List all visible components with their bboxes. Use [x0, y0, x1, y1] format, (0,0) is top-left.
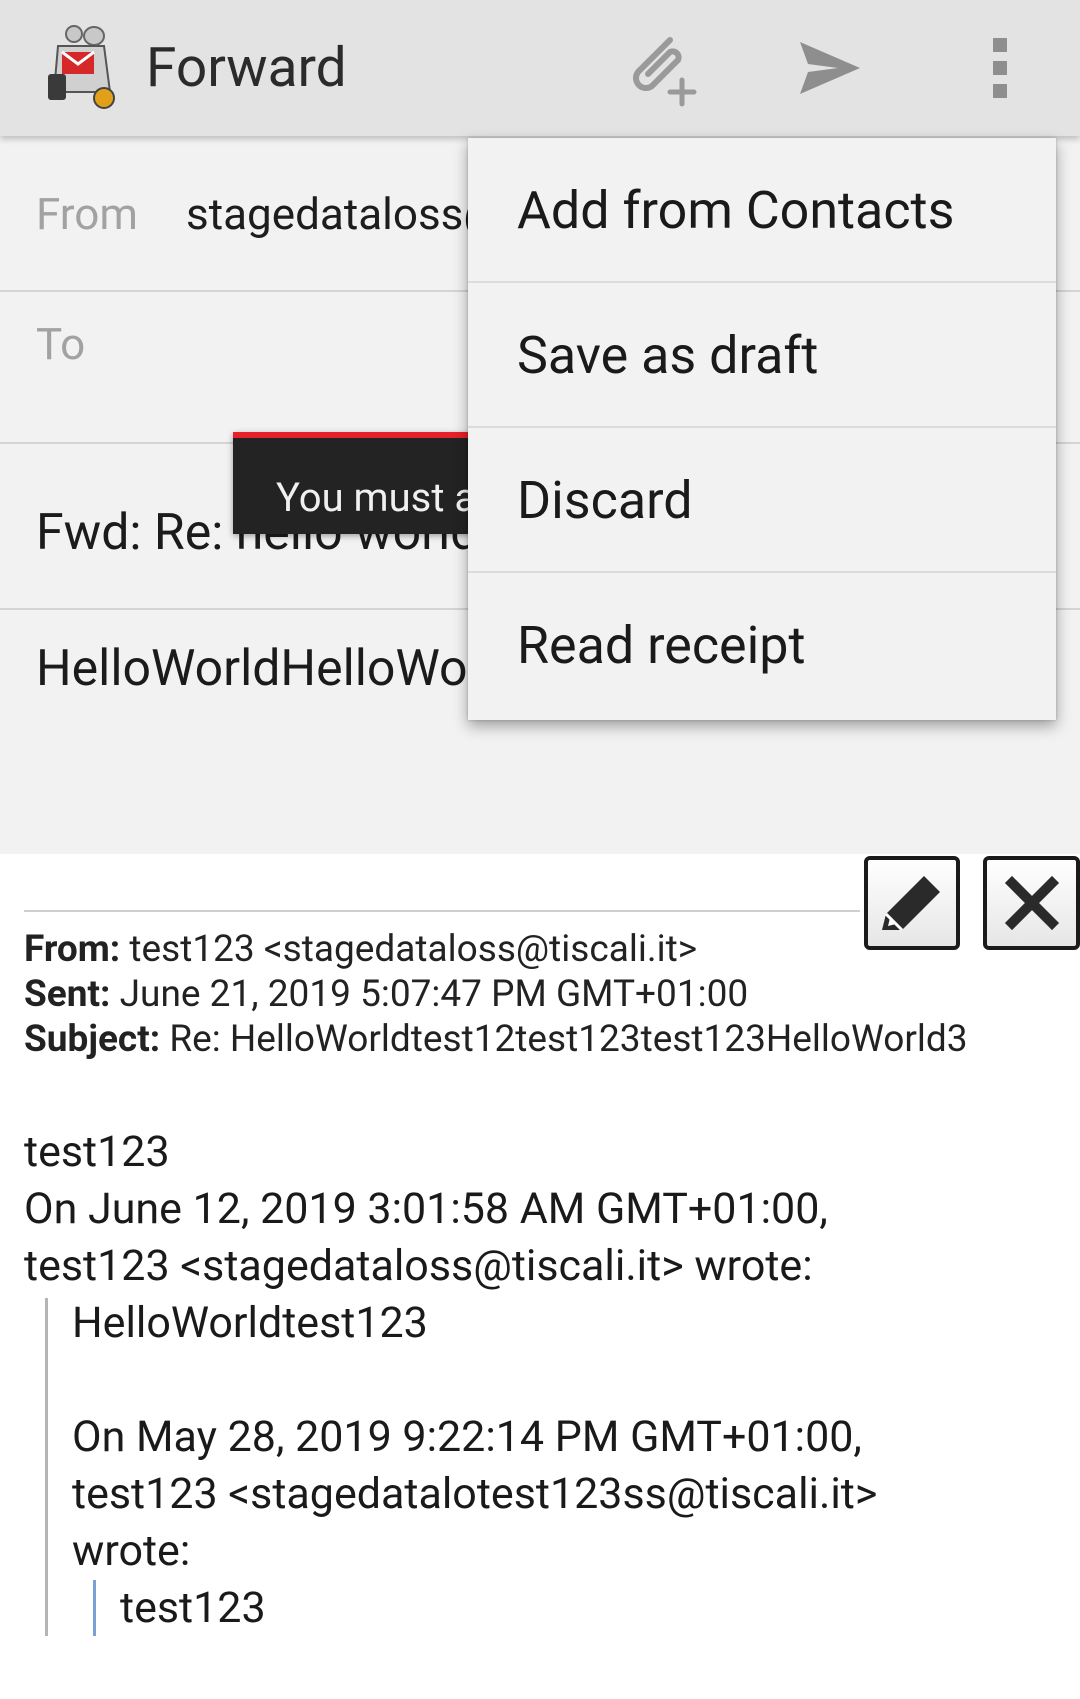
quote-level1-line: test123 <stagedatalotest123ss@tiscali.it… [72, 1469, 878, 1519]
menu-item-add-from-contacts[interactable]: Add from Contacts [468, 138, 1056, 283]
quoted-sent-label: Sent: [24, 973, 111, 1016]
quote-level1-bar [45, 1298, 48, 1636]
attach-button[interactable] [610, 20, 710, 116]
menu-item-label: Read receipt [517, 615, 806, 676]
more-options-button[interactable] [960, 20, 1040, 116]
quoted-body-line: test123 <stagedataloss@tiscali.it> wrote… [24, 1241, 813, 1291]
quoted-body-line: test123 [24, 1127, 170, 1177]
quote-level2-bar [93, 1580, 96, 1636]
quote-level1-line: On May 28, 2019 9:22:14 PM GMT+01:00, [72, 1412, 862, 1462]
menu-item-label: Add from Contacts [517, 180, 955, 241]
message-body-field[interactable]: HelloWorldHelloWorld [36, 640, 525, 698]
quoted-subject-value: Re: HelloWorldtest12test123test123HelloW… [169, 1018, 968, 1061]
from-label: From [36, 188, 138, 240]
quoted-body-line: On June 12, 2019 3:01:58 AM GMT+01:00, [24, 1184, 828, 1234]
close-icon [1004, 875, 1059, 931]
menu-item-label: Save as draft [517, 325, 819, 386]
quote-level1-line: wrote: [72, 1526, 191, 1576]
menu-item-discard[interactable]: Discard [468, 428, 1056, 573]
quoted-subject-label: Subject: [24, 1018, 161, 1061]
app-logo-icon[interactable] [44, 22, 124, 112]
quote-divider [24, 910, 860, 912]
attach-add-icon [633, 37, 697, 107]
app-bar: Forward [0, 0, 1080, 136]
menu-item-save-as-draft[interactable]: Save as draft [468, 283, 1056, 428]
overflow-menu: Add from Contacts Save as draft Discard … [468, 138, 1056, 720]
quote-level1-line: HelloWorldtest123 [72, 1298, 428, 1348]
send-button[interactable] [780, 20, 880, 116]
toast-message: You must add a recipient. [233, 432, 493, 534]
send-icon [800, 42, 860, 94]
toast-text: You must add a recipient. [276, 474, 493, 521]
to-label: To [36, 318, 86, 370]
more-vert-icon [993, 38, 1007, 98]
screen: From stagedataloss@tiscali.it To Fwd: Re… [0, 0, 1080, 1699]
menu-item-label: Discard [517, 470, 693, 531]
quote-level2-line: test123 [120, 1583, 266, 1633]
menu-item-read-receipt[interactable]: Read receipt [468, 573, 1056, 718]
page-title: Forward [146, 36, 347, 100]
quoted-header-from: From: test123 <stagedataloss@tiscali.it> [24, 928, 697, 972]
quoted-from-value: test123 <stagedataloss@tiscali.it> [129, 928, 698, 971]
quoted-header-subject: Subject: Re: HelloWorldtest12test123test… [24, 1018, 968, 1062]
remove-quoted-button[interactable] [983, 856, 1080, 950]
quoted-sent-value: June 21, 2019 5:07:47 PM GMT+01:00 [119, 973, 749, 1016]
edit-quoted-button[interactable] [864, 856, 960, 950]
pencil-icon [882, 876, 940, 932]
quoted-from-label: From: [24, 928, 121, 971]
quoted-header-sent: Sent: June 21, 2019 5:07:47 PM GMT+01:00 [24, 973, 748, 1017]
